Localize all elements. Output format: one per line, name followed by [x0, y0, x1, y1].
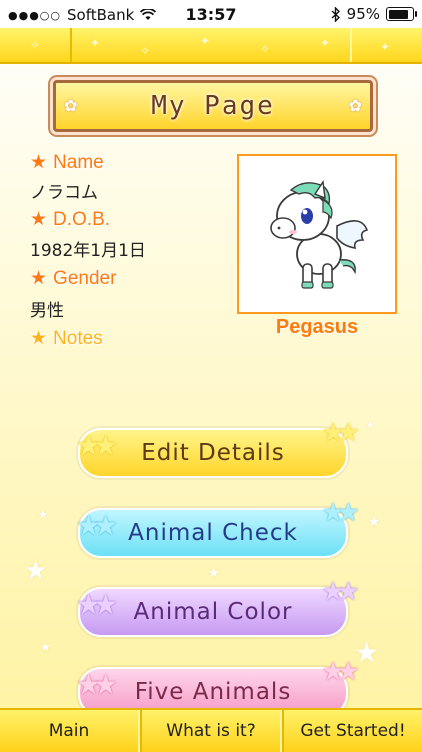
button-star-cluster-icon: ★★ [321, 498, 360, 528]
background-star-icon: ★ [208, 566, 220, 581]
battery-fill [388, 9, 408, 19]
star-icon: ★ [30, 209, 48, 230]
battery-percent: 95% [346, 5, 380, 23]
sparkle-icon: ✧ [260, 42, 271, 56]
page-title-plaque: ✿ My Page ✿ [53, 80, 373, 132]
plaque-ornament-icon: ✿ [348, 96, 362, 115]
background-star-icon: ★ [40, 640, 51, 654]
sparkle-icon: ✦ [320, 36, 331, 50]
bluetooth-icon [331, 6, 340, 22]
background-star-icon: ★ [38, 508, 48, 521]
dob-value: 1982年1月1日 [30, 241, 146, 261]
background-star-icon: ★ [354, 636, 380, 669]
bottom-tab-bar: Main What is it? Get Started! [0, 708, 422, 752]
button-star-cluster-icon: ★★ [76, 588, 118, 621]
background-star-icon: ★ [368, 514, 381, 530]
battery-icon [386, 7, 417, 21]
star-icon: ★ [30, 268, 48, 289]
background-star-icon: ★ [24, 556, 48, 586]
page-title: My Page [151, 91, 275, 121]
gender-value: 男性 [30, 301, 64, 321]
tab-what-is-it[interactable]: What is it? [140, 710, 282, 752]
button-star-cluster-icon: ★★ [321, 657, 360, 687]
animal-image-frame [237, 154, 397, 314]
tab-get-started[interactable]: Get Started! [282, 710, 422, 752]
top-nav-center-segment [70, 28, 352, 62]
sparkle-icon: ✧ [30, 38, 41, 52]
animal-check-button[interactable]: ★★ Animal Check ★★ [76, 500, 360, 558]
notes-label: ★ Notes [30, 328, 103, 349]
animal-color-button[interactable]: ★★ Animal Color ★★ [76, 579, 360, 637]
animal-name: Pegasus [275, 316, 359, 338]
top-nav-strip: ✦ ✧ ✦ ✧ ✦ ✧ ✦ [0, 28, 422, 64]
status-bar: ●●●○○ SoftBank 13:57 95% [0, 0, 422, 28]
star-icon: ★ [30, 328, 48, 349]
button-star-cluster-icon: ★★ [321, 418, 360, 448]
sparkle-icon: ✦ [90, 36, 101, 50]
pegasus-icon [270, 180, 369, 289]
button-star-cluster-icon: ★★ [321, 577, 360, 607]
sparkle-icon: ✦ [200, 34, 211, 48]
edit-details-button[interactable]: ★★ Edit Details ★★ [76, 420, 360, 478]
plaque-ornament-icon: ✿ [64, 96, 78, 115]
background-star-icon: ★ [366, 420, 375, 431]
name-value: ノラコム [30, 183, 98, 203]
button-star-cluster-icon: ★★ [76, 509, 118, 542]
sparkle-icon: ✦ [380, 40, 391, 54]
sparkle-icon: ✧ [140, 44, 151, 58]
star-icon: ★ [30, 152, 48, 173]
button-star-cluster-icon: ★★ [76, 429, 118, 462]
gender-label: ★ Gender [30, 268, 117, 289]
dob-label: ★ D.O.B. [30, 209, 111, 230]
name-label: ★ Name [30, 152, 104, 173]
button-star-cluster-icon: ★★ [76, 668, 118, 701]
tab-main[interactable]: Main [0, 710, 140, 752]
